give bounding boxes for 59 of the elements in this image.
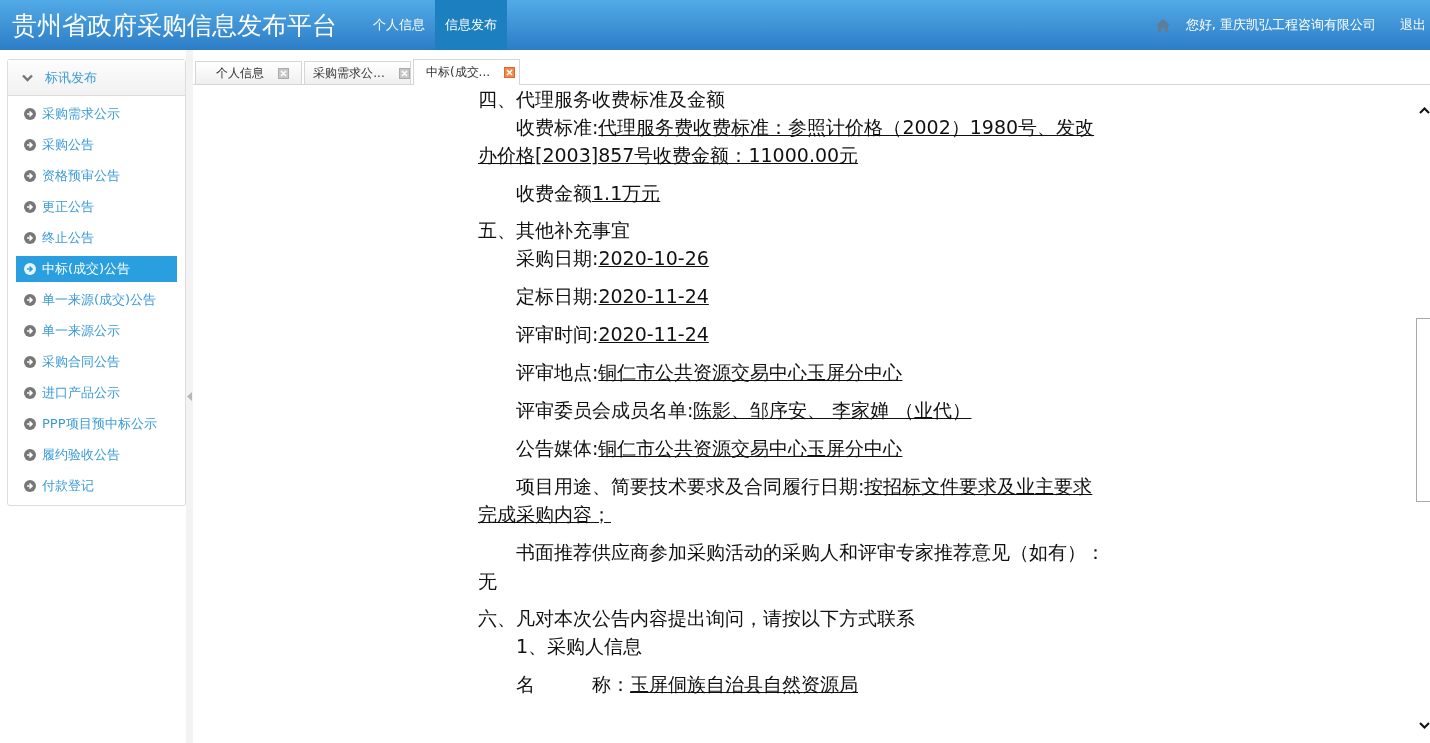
sidebar-item[interactable]: 资格预审公告	[16, 163, 177, 189]
sidebar-item[interactable]: PPP项目预中标公示	[16, 411, 177, 437]
arrow-circle-icon	[24, 480, 36, 492]
arrow-circle-icon	[24, 139, 36, 151]
section-heading: 四、代理服务收费标准及金额	[478, 87, 726, 112]
home-icon[interactable]	[1155, 18, 1170, 32]
arrow-circle-icon	[24, 263, 36, 275]
arrow-circle-icon	[24, 449, 36, 461]
sidebar-item[interactable]: 中标(成交)公告	[16, 256, 177, 282]
logout-link[interactable]: 退出	[1400, 16, 1426, 34]
arrow-circle-icon	[24, 201, 36, 213]
field-line: 收费金额1.1万元	[515, 181, 662, 206]
field-line: 项目用途、简要技术要求及合同履行日期:按招标文件要求及业主要求完成采购内容；	[478, 474, 1094, 527]
scroll-up-icon[interactable]	[1419, 107, 1430, 114]
arrow-circle-icon	[24, 232, 36, 244]
field-line: 评审地点:铜仁市公共资源交易中心玉屏分中心	[515, 360, 904, 385]
page-tab[interactable]: 采购需求公...	[304, 61, 411, 84]
page-tab[interactable]: 个人信息	[195, 61, 302, 84]
field-line: 评审委员会成员名单:陈影、邹序安、 李家婵 （业代）	[515, 398, 973, 423]
close-icon[interactable]	[398, 67, 410, 79]
user-greeting: 您好, 重庆凯弘工程咨询有限公司	[1185, 16, 1376, 34]
field-line: 名 称：玉屏侗族自治县自然资源局	[515, 672, 859, 697]
close-icon[interactable]	[278, 67, 289, 79]
arrow-circle-icon	[24, 418, 36, 430]
app-title: 贵州省政府采购信息发布平台	[11, 9, 338, 42]
arrow-circle-icon	[24, 108, 36, 120]
sidebar-item[interactable]: 单一来源(成交)公告	[16, 287, 177, 313]
section-heading: 六、凡对本次公告内容提出询问，请按以下方式联系	[478, 606, 916, 631]
sidebar-item[interactable]: 终止公告	[16, 225, 177, 251]
arrow-circle-icon	[24, 387, 36, 399]
sidebar-header[interactable]: 标讯发布	[8, 60, 185, 96]
sidebar-item[interactable]: 履约验收公告	[16, 442, 177, 468]
paragraph: 无	[478, 569, 498, 594]
arrow-circle-icon	[24, 294, 36, 306]
close-icon[interactable]	[504, 67, 516, 78]
field-line: 收费标准:代理服务费收费标准：参照计价格（2002）1980号、发改办价格[2003]857号收费金额：11000.00元	[478, 115, 1096, 168]
page-tab[interactable]: 中标(成交...	[413, 59, 520, 85]
sidebar-item[interactable]: 进口产品公示	[16, 380, 177, 406]
section-heading: 五、其他补充事宜	[478, 218, 631, 243]
sidebar-item[interactable]: 采购需求公示	[16, 101, 177, 127]
field-line: 评审时间:2020-11-24	[515, 322, 710, 347]
paragraph: 1、采购人信息	[515, 634, 644, 659]
paragraph: 书面推荐供应商参加采购活动的采购人和评审专家推荐意见（如有）：	[515, 540, 1106, 565]
arrow-circle-icon	[24, 325, 36, 337]
field-line: 采购日期:2020-10-26	[515, 246, 710, 271]
scroll-down-icon[interactable]	[1419, 722, 1430, 729]
scrollbar-thumb[interactable]	[1416, 318, 1430, 502]
sidebar-item[interactable]: 更正公告	[16, 194, 177, 220]
sidebar-item[interactable]: 采购合同公告	[16, 349, 177, 375]
sidebar-item[interactable]: 单一来源公示	[16, 318, 177, 344]
field-line: 公告媒体:铜仁市公共资源交易中心玉屏分中心	[515, 436, 904, 461]
field-line: 定标日期:2020-11-24	[515, 284, 710, 309]
collapse-arrow-icon[interactable]	[187, 392, 192, 401]
nav-tab[interactable]: 信息发布	[435, 0, 507, 50]
nav-tab[interactable]: 个人信息	[363, 0, 435, 50]
sidebar-item[interactable]: 采购公告	[16, 132, 177, 158]
sidebar-item[interactable]: 付款登记	[16, 473, 177, 499]
arrow-circle-icon	[24, 356, 36, 368]
arrow-circle-icon	[24, 170, 36, 182]
